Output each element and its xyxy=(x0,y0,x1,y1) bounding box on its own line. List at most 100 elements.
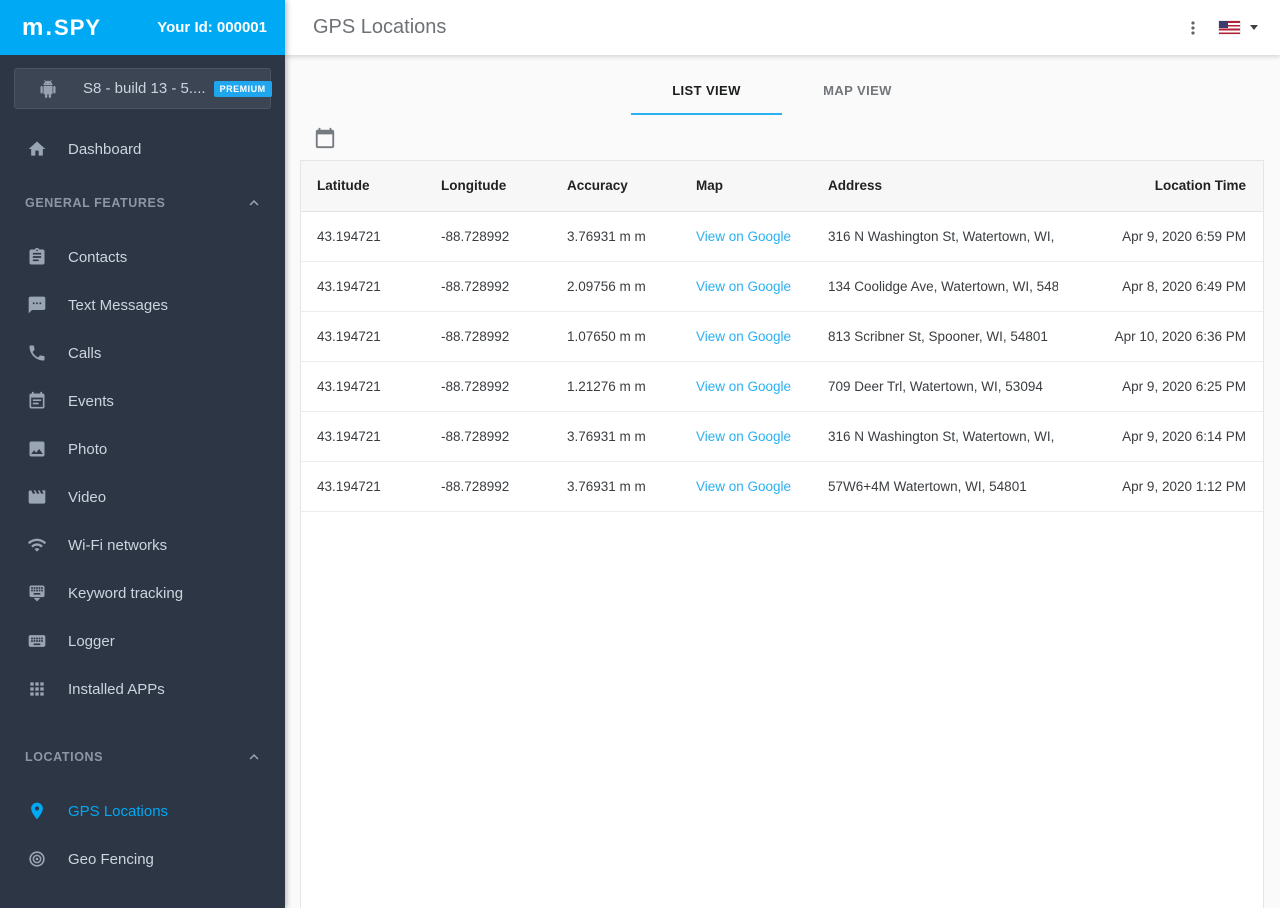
cell-map: View on Google xyxy=(680,261,812,312)
cell-latitude: 43.194721 xyxy=(301,411,425,462)
logo-spy: SPY xyxy=(54,14,102,40)
view-on-google-link[interactable]: View on Google xyxy=(696,329,791,344)
cell-address: 134 Coolidge Ave, Watertown, WI, 54801 xyxy=(812,261,1058,312)
table-row: 43.194721 -88.728992 1.21276 m m View on Go… xyxy=(301,361,1263,412)
device-selector[interactable]: S8 - build 13 - 5.... PREMIUM xyxy=(14,68,272,109)
cell-longitude: -88.728992 xyxy=(425,261,551,312)
keyword-tracking-icon xyxy=(25,581,49,605)
table-row: 43.194721 -88.728992 3.76931 m m View on Go… xyxy=(301,211,1263,262)
cell-location-time: Apr 8, 2020 6:49 PM xyxy=(1058,261,1263,312)
view-on-google-link[interactable]: View on Google xyxy=(696,229,791,244)
cell-accuracy: 3.76931 m m xyxy=(551,211,680,262)
language-selector[interactable] xyxy=(1219,21,1258,34)
sidebar-item-geo-fencing[interactable]: Geo Fencing xyxy=(0,835,285,883)
android-icon xyxy=(39,79,57,98)
cell-location-time: Apr 9, 2020 6:14 PM xyxy=(1058,411,1263,462)
chevron-up-icon xyxy=(245,748,263,766)
col-header-location-time: Location Time xyxy=(1058,161,1263,212)
keyboard-icon xyxy=(25,629,49,653)
sidebar-item-dashboard[interactable]: Dashboard xyxy=(0,125,285,173)
sidebar-item-wi-fi-networks[interactable]: Wi-Fi networks xyxy=(0,521,285,569)
sidebar-nav: S8 - build 13 - 5.... PREMIUM Dashboard G… xyxy=(0,55,285,908)
view-on-google-link[interactable]: View on Google xyxy=(696,379,791,394)
phone-icon xyxy=(25,341,49,365)
contacts-icon xyxy=(25,245,49,269)
cell-accuracy: 2.09756 m m xyxy=(551,261,680,312)
cell-map: View on Google xyxy=(680,311,812,362)
sidebar-item-gps-locations[interactable]: GPS Locations xyxy=(0,787,285,835)
table-row: 43.194721 -88.728992 1.07650 m m View on Go… xyxy=(301,311,1263,362)
cell-address: 316 N Washington St, Watertown, WI, 5480… xyxy=(812,411,1058,462)
mspy-logo[interactable]: m. SPY xyxy=(22,14,101,42)
cell-map: View on Google xyxy=(680,361,812,412)
logo-dot: . xyxy=(45,13,54,41)
video-icon xyxy=(25,485,49,509)
table-row: 43.194721 -88.728992 3.76931 m m View on Go… xyxy=(301,411,1263,462)
sidebar-item-calls[interactable]: Calls xyxy=(0,329,285,377)
table-header-row: Latitude Longitude Accuracy Map Address … xyxy=(301,161,1263,212)
cell-longitude: -88.728992 xyxy=(425,211,551,262)
cell-address: 57W6+4M Watertown, WI, 54801 xyxy=(812,461,1058,512)
view-on-google-link[interactable]: View on Google xyxy=(696,479,791,494)
photo-icon xyxy=(25,437,49,461)
geofence-icon xyxy=(25,847,49,871)
cell-address: 709 Deer Trl, Watertown, WI, 53094 xyxy=(812,361,1058,412)
col-header-longitude: Longitude xyxy=(425,161,551,212)
section-header-social-networks[interactable]: SOCIAL NETWORKS xyxy=(0,903,285,908)
sidebar-item-logger[interactable]: Logger xyxy=(0,617,285,665)
table-toolbar xyxy=(300,115,1264,160)
tab-list-view[interactable]: LIST VIEW xyxy=(631,83,782,115)
cell-accuracy: 3.76931 m m xyxy=(551,411,680,462)
header-actions xyxy=(1181,16,1258,40)
cell-location-time: Apr 9, 2020 6:59 PM xyxy=(1058,211,1263,262)
chevron-up-icon xyxy=(245,904,263,908)
section-header-general-features[interactable]: GENERAL FEATURES xyxy=(0,193,285,213)
col-header-address: Address xyxy=(812,161,1058,212)
cell-accuracy: 3.76931 m m xyxy=(551,461,680,512)
cell-longitude: -88.728992 xyxy=(425,311,551,362)
view-on-google-link[interactable]: View on Google xyxy=(696,429,791,444)
cell-address: 316 N Washington St, Watertown, WI, 5480… xyxy=(812,211,1058,262)
cell-map: View on Google xyxy=(680,411,812,462)
sidebar-item-keyword-tracking[interactable]: Keyword tracking xyxy=(0,569,285,617)
table-row: 43.194721 -88.728992 3.76931 m m View on Go… xyxy=(301,461,1263,512)
user-id-label: Your Id: 000001 xyxy=(157,19,267,36)
cell-map: View on Google xyxy=(680,211,812,262)
cell-latitude: 43.194721 xyxy=(301,461,425,512)
main-area: GPS Locations LIST VIEW MAP VIEW Latitud… xyxy=(285,0,1280,908)
section-items-locations: GPS Locations Geo Fencing xyxy=(0,787,285,883)
us-flag-icon xyxy=(1219,21,1240,34)
kebab-menu-icon[interactable] xyxy=(1181,16,1205,40)
cell-latitude: 43.194721 xyxy=(301,261,425,312)
logo-m: m xyxy=(22,13,45,41)
tab-map-view[interactable]: MAP VIEW xyxy=(782,83,933,115)
messages-icon xyxy=(25,293,49,317)
col-header-map: Map xyxy=(680,161,812,212)
cell-latitude: 43.194721 xyxy=(301,211,425,262)
section-header-locations[interactable]: LOCATIONS xyxy=(0,747,285,767)
calendar-icon[interactable] xyxy=(314,127,336,149)
cell-longitude: -88.728992 xyxy=(425,461,551,512)
view-on-google-link[interactable]: View on Google xyxy=(696,279,791,294)
col-header-latitude: Latitude xyxy=(301,161,425,212)
sidebar-item-contacts[interactable]: Contacts xyxy=(0,233,285,281)
sidebar-item-events[interactable]: Events xyxy=(0,377,285,425)
home-icon xyxy=(25,137,49,161)
cell-longitude: -88.728992 xyxy=(425,411,551,462)
chevron-up-icon xyxy=(245,194,263,212)
sidebar-item-text-messages[interactable]: Text Messages xyxy=(0,281,285,329)
events-calendar-icon xyxy=(25,389,49,413)
locations-table: Latitude Longitude Accuracy Map Address … xyxy=(301,161,1263,512)
table-row: 43.194721 -88.728992 2.09756 m m View on Go… xyxy=(301,261,1263,312)
sidebar-item-video[interactable]: Video xyxy=(0,473,285,521)
apps-grid-icon xyxy=(25,677,49,701)
cell-location-time: Apr 9, 2020 6:25 PM xyxy=(1058,361,1263,412)
locations-table-card: Latitude Longitude Accuracy Map Address … xyxy=(300,160,1264,908)
chevron-down-icon xyxy=(1250,25,1258,30)
sidebar-item-installed-apps[interactable]: Installed APPs xyxy=(0,665,285,713)
cell-map: View on Google xyxy=(680,461,812,512)
cell-longitude: -88.728992 xyxy=(425,361,551,412)
sidebar-item-photo[interactable]: Photo xyxy=(0,425,285,473)
section-items-general-features: Contacts Text Messages Calls Events Photo Vid… xyxy=(0,233,285,713)
content-area: LIST VIEW MAP VIEW Latitude Longitude Ac… xyxy=(285,55,1280,908)
